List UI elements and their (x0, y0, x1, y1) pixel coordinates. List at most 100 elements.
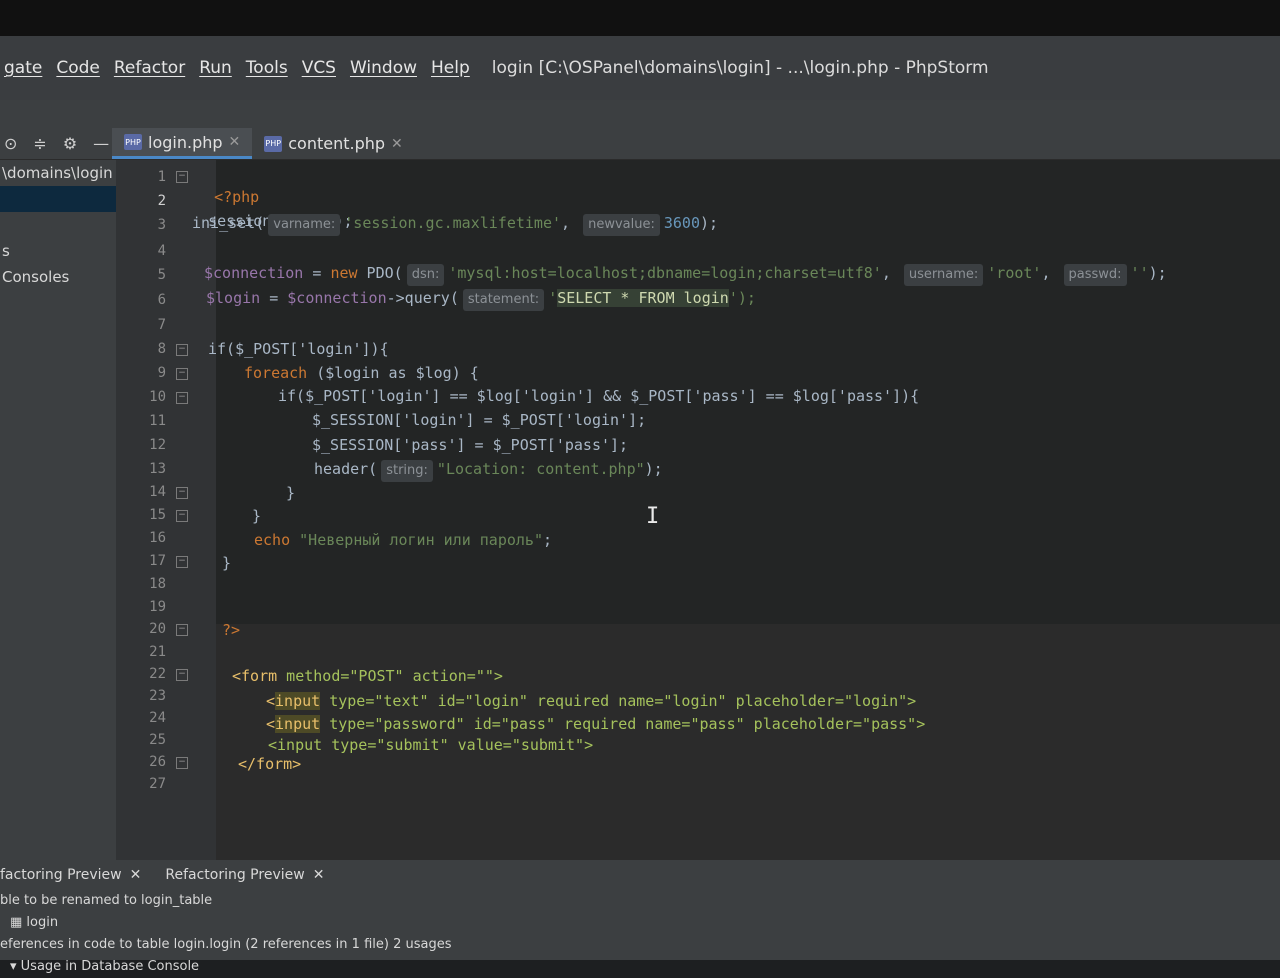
table-icon: ▦ (10, 915, 27, 930)
code-text: ini_set( (192, 214, 265, 232)
code-text: } (286, 484, 296, 502)
close-icon[interactable]: ✕ (391, 136, 403, 152)
gear-icon[interactable]: ⚙ (63, 134, 77, 153)
line-number: 1 (157, 169, 166, 185)
code-keyword: echo (254, 531, 291, 549)
code-line-13: header(string: "Location: content.php"); (314, 458, 663, 482)
code-line-24: <input type="password" id="pass" require… (266, 713, 925, 735)
preview-node-table[interactable]: ble to be renamed to login_table (0, 890, 1280, 912)
preview-node-references[interactable]: eferences in code to table login.login (… (0, 934, 1280, 956)
menu-navigate[interactable]: gate (4, 58, 42, 78)
line-number: 21 (149, 644, 166, 660)
code-text: ->query( (386, 289, 459, 307)
php-file-icon: PHP (264, 135, 283, 152)
project-row-s[interactable]: s (0, 238, 116, 264)
menu-tools[interactable]: Tools (246, 58, 288, 78)
fold-marker-icon[interactable]: − (176, 171, 188, 183)
chevron-down-icon[interactable]: ▾ (10, 959, 21, 974)
code-line-1: <?php (196, 164, 259, 206)
code-string: '' (1130, 264, 1149, 282)
line-number: 8 (157, 341, 166, 357)
tab-refactoring-preview-2[interactable]: Refactoring Preview ✕ (165, 867, 324, 883)
code-line-12: $_SESSION['pass'] = $_POST['pass']; (312, 434, 628, 456)
line-number: 26 (149, 754, 166, 770)
menu-run[interactable]: Run (199, 58, 232, 78)
project-root-path[interactable]: \domains\login (0, 160, 116, 186)
code-line-9: foreach ($login as $log) { (244, 362, 479, 384)
code-line-22: <form method="POST" action=""> (232, 665, 503, 687)
menu-code[interactable]: Code (56, 58, 100, 78)
fold-marker-icon[interactable]: − (176, 669, 188, 681)
code-line-5: $connection = new PDO(dsn:'mysql:host=lo… (204, 262, 1167, 286)
fold-marker-icon[interactable]: − (176, 757, 188, 769)
code-text: ; (543, 531, 553, 549)
tab-label: Refactoring Preview (165, 867, 305, 883)
line-number: 12 (149, 437, 166, 453)
code-line-6: $login = $connection->query(statement: 'S… (206, 287, 756, 311)
menu-vcs[interactable]: VCS (302, 58, 336, 78)
code-text: $_SESSION['pass'] = $_POST['pass']; (312, 436, 629, 454)
code-text: } (222, 554, 232, 572)
menu-refactor[interactable]: Refactor (114, 58, 185, 78)
line-number: 13 (149, 461, 166, 477)
scratches-consoles[interactable]: Consoles (0, 264, 116, 290)
param-hint: statement: (462, 289, 545, 311)
fold-marker-icon[interactable]: − (176, 556, 188, 568)
close-icon[interactable]: ✕ (229, 134, 241, 150)
line-number: 9 (157, 365, 166, 381)
line-number: 2 (157, 193, 166, 209)
code-line-8: if($_POST['login']){ (208, 338, 389, 360)
fold-marker-icon[interactable]: − (176, 344, 188, 356)
fold-marker-icon[interactable]: − (176, 510, 188, 522)
line-number: 22 (149, 666, 166, 682)
close-icon[interactable]: ✕ (313, 867, 325, 883)
code-line-25: <input type="submit" value="submit"> (268, 734, 593, 756)
collapse-all-icon[interactable]: ≑ (33, 134, 46, 153)
code-line-3: ini_set(varname:'session.gc.maxlifetime'… (192, 212, 718, 236)
tab-login-php[interactable]: PHP login.php ✕ (112, 128, 253, 159)
fold-marker-icon[interactable]: − (176, 487, 188, 499)
line-number: 27 (149, 776, 166, 792)
preview-node-usage[interactable]: ▾ Usage in Database Console (0, 956, 1280, 978)
code-line-2: session_start(); (190, 188, 353, 230)
sql-injection-fragment: SELECT * FROM login (557, 289, 729, 307)
line-number: 18 (149, 576, 166, 592)
line-number: 6 (157, 292, 166, 308)
html-attrs: type="password" id="pass" required name=… (320, 715, 926, 733)
line-number: 15 (149, 507, 166, 523)
text-cursor-icon: I (646, 504, 660, 529)
code-string: 'session.gc.maxlifetime' (344, 214, 562, 232)
fold-marker-icon[interactable]: − (176, 368, 188, 380)
preview-node-login[interactable]: ▦ login (0, 912, 1280, 934)
tab-refactoring-preview-1[interactable]: factoring Preview ✕ (0, 867, 141, 883)
code-text: if($_POST['login']){ (208, 340, 389, 358)
node-label: login (26, 915, 59, 930)
html-bracket: < (266, 692, 276, 710)
code-line-14: } (286, 482, 295, 504)
editor-tab-bar: ⊙ ≑ ⚙ — PHP login.php ✕ PHP content.php … (0, 128, 1280, 160)
html-tag: <form (232, 667, 278, 685)
desktop-edge (0, 0, 1280, 36)
menu-window[interactable]: Window (350, 58, 417, 78)
scroll-from-source-icon[interactable]: ⊙ (4, 134, 17, 153)
line-number: 16 (149, 530, 166, 546)
fold-marker-icon[interactable]: − (176, 624, 188, 636)
hide-panel-icon[interactable]: — (93, 134, 109, 153)
code-text: $_SESSION['login'] = $_POST['login']; (312, 411, 647, 429)
tab-content-php[interactable]: PHP content.php ✕ (252, 128, 415, 159)
project-row[interactable] (0, 212, 116, 238)
code-string: 'root' (987, 264, 1042, 282)
code-text: = (303, 264, 331, 282)
code-text: ); (644, 460, 663, 478)
code-line-17: } (222, 552, 231, 574)
tab-label: factoring Preview (0, 867, 122, 883)
project-selected-row[interactable] (0, 186, 116, 212)
toolbar (0, 100, 1280, 128)
code-string: ' (548, 289, 558, 307)
line-number: 20 (149, 621, 166, 637)
fold-marker-icon[interactable]: − (176, 392, 188, 404)
menu-help[interactable]: Help (431, 58, 470, 78)
close-icon[interactable]: ✕ (130, 867, 142, 883)
code-number: 3600 (663, 214, 700, 232)
php-close-tag: ?> (222, 621, 241, 639)
